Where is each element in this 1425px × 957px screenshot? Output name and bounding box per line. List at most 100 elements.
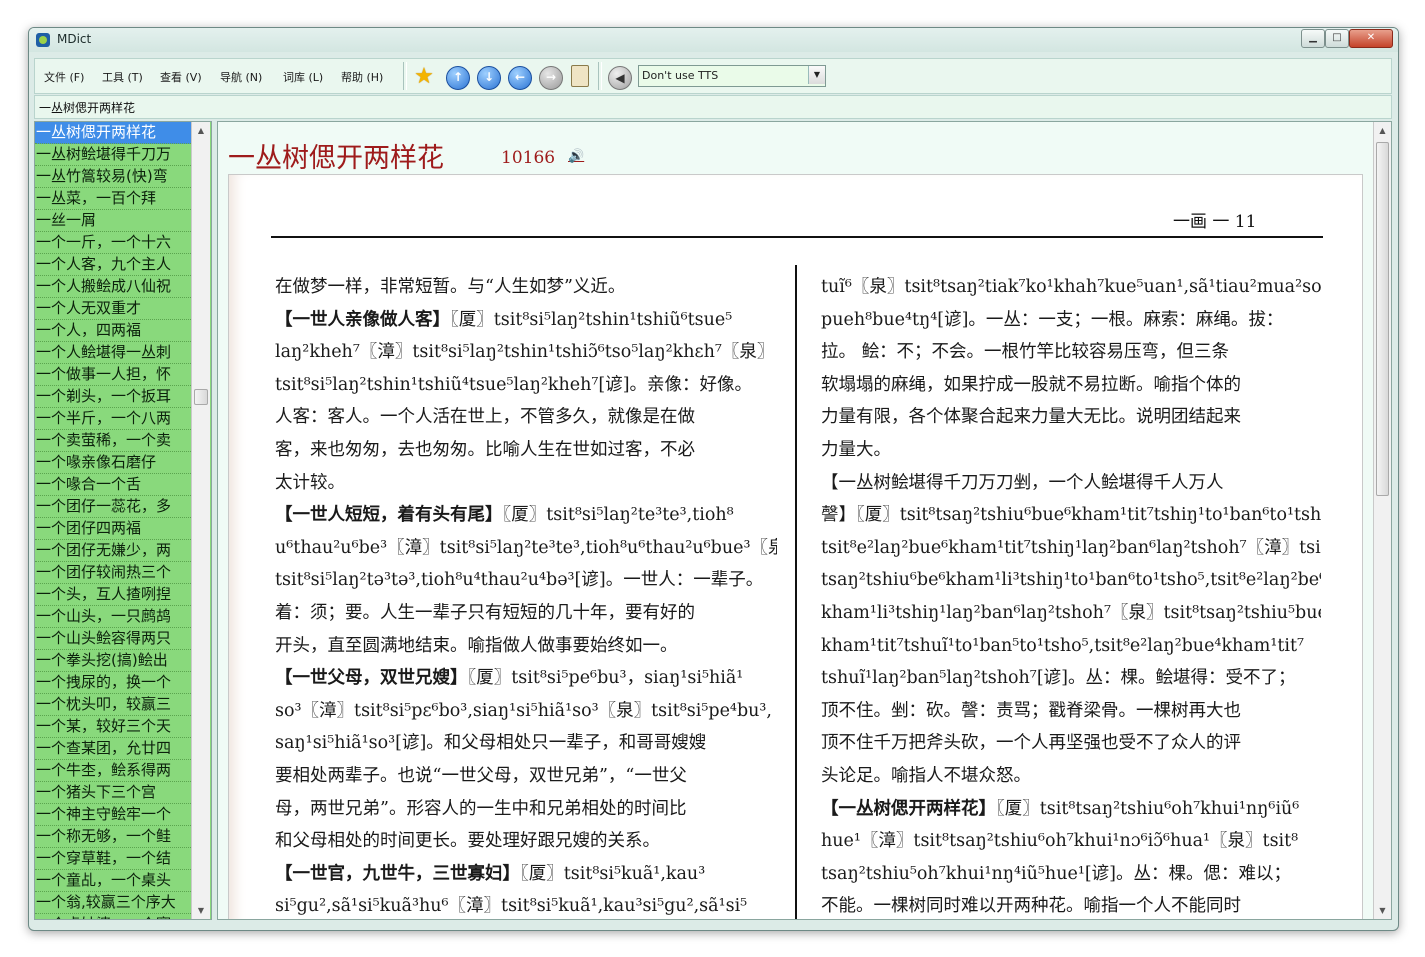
word-list-item[interactable]: 一个卖萤稀，一个卖 — [35, 430, 191, 452]
text-line: kham¹li³tshiŋ¹laŋ²ban⁶laŋ²tshoh⁷〖泉〗tsit⁸… — [821, 602, 1321, 623]
word-list-item[interactable]: 一个头，互人揸咧揑 — [35, 584, 191, 606]
menu-view[interactable]: 查看 (V) — [160, 69, 202, 85]
word-list-item[interactable]: 一个团仔无嫌少，两 — [35, 540, 191, 562]
definition-pane: 一丛树偲开两样花 10166 🔊 一画 一 11 在做梦一样，非常短暂。与“人生… — [217, 121, 1392, 920]
left-column: 在做梦一样，非常短暂。与“人生如梦”义近。【一世人亲像做人客】〖厦〗tsit⁸s… — [275, 271, 777, 919]
word-list-item[interactable]: 一个拳头挖(搞)鲙出 — [35, 650, 191, 672]
text-line: tsaŋ²tshiu⁶be⁶kham¹li³tshiŋ¹to¹ban⁶to¹ts… — [821, 570, 1321, 591]
scroll-down-arrow-icon[interactable]: ▼ — [192, 902, 210, 919]
word-list-item[interactable]: 一个山头，一只鹧鸪 — [35, 606, 191, 628]
text-line: 力量大。 — [821, 439, 891, 460]
text-line: 謦】〖厦〗tsit⁸tsaŋ²tshiu⁶bue⁶kham¹tit⁷tshiŋ¹… — [821, 505, 1321, 526]
title-bar: MDict ▁ □ ✕ — [29, 28, 1398, 52]
up-icon[interactable]: ↑ — [446, 66, 470, 90]
word-list-item[interactable]: 一个称无够，一个鲑 — [35, 826, 191, 848]
close-button[interactable]: ✕ — [1349, 29, 1393, 48]
maximize-button[interactable]: □ — [1325, 29, 1349, 48]
word-list-item[interactable]: 一个团仔一蕊花，多 — [35, 496, 191, 518]
text-line: 力量有限，各个体聚合起来力量大无比。说明团结起来 — [821, 407, 1241, 428]
column-divider — [795, 265, 797, 919]
text-line: 太计较。 — [275, 472, 345, 493]
word-list-item[interactable]: 一个人，四两福 — [35, 320, 191, 342]
menu-help[interactable]: 帮助 (H) — [341, 69, 383, 85]
word-list-item[interactable]: 一个人客，九个主人 — [35, 254, 191, 276]
search-bar[interactable]: 一丛树偲开两样花 — [34, 95, 1392, 119]
down-icon[interactable]: ↓ — [477, 66, 501, 90]
text-line: so³〖漳〗tsit⁸si⁵pɛ⁶bo³,siaŋ¹si⁵hiã¹so³〖泉〗t… — [275, 700, 772, 721]
word-list-item[interactable]: 一个一斤，一个十六 — [35, 232, 191, 254]
scroll-down-arrow-icon[interactable]: ▼ — [1374, 902, 1391, 919]
text-line: 拉。 鲙：不；不会。一根竹竿比较容易压弯，但三条 — [821, 342, 1230, 363]
word-list-item[interactable]: 一个枕头叩，较赢三 — [35, 694, 191, 716]
word-list-item[interactable]: 一个某，较好三个天 — [35, 716, 191, 738]
text-line: 母，两世兄弟”。形容人的一生中和兄弟相处的时间比 — [275, 798, 687, 819]
word-list-item[interactable]: 一个童乩，一个桌头 — [35, 870, 191, 892]
menu-navigate[interactable]: 导航 (N) — [220, 69, 262, 85]
tts-select[interactable]: Don't use TTS ▼ — [638, 65, 826, 87]
text-line: tsaŋ²tshiu⁵oh⁷khui¹nŋ⁴iũ⁵hue¹[谚]。丛：棵。偲：难… — [821, 863, 1291, 884]
word-list-scrollbar[interactable]: ▲ ▼ — [191, 122, 210, 919]
word-list-item[interactable]: 一个人鲙堪得一丛刺 — [35, 342, 191, 364]
word-list-item[interactable]: 一个人无双重才 — [35, 298, 191, 320]
menu-file[interactable]: 文件 (F) — [44, 69, 84, 85]
scroll-up-arrow-icon[interactable]: ▲ — [192, 122, 210, 139]
text-line: 【一世人亲像做人客】〖厦〗tsit⁸si⁵laŋ²tshin¹tshiũ⁶tsu… — [275, 309, 733, 330]
word-list-item[interactable]: 一丛树鲙堪得千刀万 — [35, 144, 191, 166]
word-list-item[interactable]: 一丛竹篙较易(快)弯 — [35, 166, 191, 188]
clipboard-icon[interactable] — [571, 65, 589, 87]
definition-scroll-thumb[interactable] — [1376, 142, 1389, 496]
forward-icon[interactable]: → — [539, 66, 563, 90]
page-header: 一画 一 11 — [1173, 212, 1257, 232]
word-list-item[interactable]: 一个剃头，一个扳耳 — [35, 386, 191, 408]
text-line: laŋ²kheh⁷〖漳〗tsit⁸si⁵laŋ²tshin¹tshiɔ̃⁶tso… — [275, 342, 775, 363]
back-icon[interactable]: ← — [508, 66, 532, 90]
menu-library[interactable]: 词库 (L) — [283, 69, 323, 85]
word-list-scroll-thumb[interactable] — [194, 389, 208, 405]
word-list-item[interactable]: 一个神主守鲙牢一个 — [35, 804, 191, 826]
text-line: si⁵gu²,sã¹si⁵kuã³hu⁶〖漳〗tsit⁸si⁵kuã¹,kau³… — [275, 896, 748, 917]
word-list-item[interactable]: 一个穿草鞋，一个结 — [35, 848, 191, 870]
word-list-item[interactable]: 一丛树偲开两样花 — [35, 122, 191, 144]
word-list-item[interactable]: 一丛菜，一百个拜 — [35, 188, 191, 210]
text-line: 和父母相处的时间更长。要处理好跟兄嫂的关系。 — [275, 831, 660, 852]
text-line: 开头，直至圆满地结束。喻指做人做事要始终如一。 — [275, 635, 678, 656]
word-list-item[interactable]: 一个团仔较闹热三个 — [35, 562, 191, 584]
text-line: kham¹tit⁷tshuĩ¹to¹ban⁵to¹tsho⁵,tsit⁸e²la… — [821, 635, 1305, 656]
text-line: 顶不住。剉：砍。謦：责骂；戳脊梁骨。一棵树再大也 — [821, 700, 1241, 721]
definition-scrollbar[interactable]: ▲ ▼ — [1373, 122, 1391, 919]
word-list-item[interactable]: 一个猪头下三个宫 — [35, 782, 191, 804]
mdict-app-icon — [36, 33, 50, 47]
word-list-item[interactable]: 一个喙合一个舌 — [35, 474, 191, 496]
word-list-item[interactable]: 一个半斤，一个八两 — [35, 408, 191, 430]
word-list-item[interactable]: 一个虎姑婆，一个赛 — [35, 914, 191, 919]
word-list-item[interactable]: 一个做事一人担，怀 — [35, 364, 191, 386]
text-line: 不能。一棵树同时难以开两种花。喻指一个人不能同时 — [821, 896, 1241, 917]
chevron-down-icon[interactable]: ▼ — [808, 66, 825, 84]
toolbar-separator — [403, 62, 407, 90]
search-input[interactable]: 一丛树偲开两样花 — [39, 99, 135, 116]
minimize-button[interactable]: ▁ — [1301, 29, 1325, 48]
text-line: 【一世父母，双世兄嫂】〖厦〗tsit⁸si⁵pe⁶bu³，siaŋ¹si⁵hiã… — [275, 668, 744, 689]
word-list-item[interactable]: 一个牛杢，鲙系得两 — [35, 760, 191, 782]
scroll-up-arrow-icon[interactable]: ▲ — [1374, 122, 1391, 139]
word-list-item[interactable]: 一个团仔四两福 — [35, 518, 191, 540]
word-list-item[interactable]: 一个山头鲙容得两只 — [35, 628, 191, 650]
word-list-item[interactable]: 一丝一屑 — [35, 210, 191, 232]
dictionary-page-image: 一画 一 11 在做梦一样，非常短暂。与“人生如梦”义近。【一世人亲像做人客】〖… — [228, 174, 1363, 919]
window-title: MDict — [57, 32, 92, 46]
word-list-panel: 一丛树偲开两样花 一丛树鲙堪得千刀万 一丛竹篙较易(快)弯 一丛菜，一百个拜 一丝一屑一… — [34, 121, 212, 920]
text-line: saŋ¹si⁵hiã¹so³[谚]。和父母相处只一辈子，和哥哥嫂嫂 — [275, 733, 707, 754]
word-list-item[interactable]: 一个查某团，允廿四 — [35, 738, 191, 760]
text-line: 要相处两辈子。也说“一世父母，双世兄弟”，“一世父 — [275, 765, 687, 786]
speaker-icon[interactable]: ◀ — [608, 66, 632, 90]
text-line: 在做梦一样，非常短暂。与“人生如梦”义近。 — [275, 277, 626, 297]
word-list-item[interactable]: 一个翁,较赢三个序大 — [35, 892, 191, 914]
text-line: 【一世人短短，着有头有尾】〖厦〗tsit⁸si⁵laŋ²te³te³,tioh⁸ — [275, 505, 734, 526]
word-list-item[interactable]: 一个人搬鲙成八仙祝 — [35, 276, 191, 298]
word-list-item[interactable]: 一个喙亲像石磨仔 — [35, 452, 191, 474]
audio-icon[interactable]: 🔊 — [568, 149, 584, 164]
word-list-item[interactable]: 一个拽尿的，换一个 — [35, 672, 191, 694]
star-icon[interactable]: ★ — [413, 66, 435, 88]
text-line: 头论足。喻指人不堪众怒。 — [821, 765, 1031, 786]
menu-tools[interactable]: 工具 (T) — [102, 69, 143, 85]
